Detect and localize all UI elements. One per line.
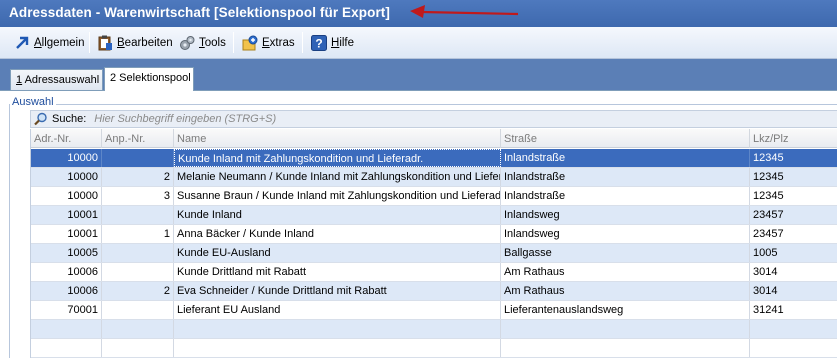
menu-extras[interactable]: Extras xyxy=(242,27,295,58)
table-row[interactable]: 10000 Kunde Inland mit Zahlungskondition… xyxy=(31,149,837,168)
search-icon[interactable] xyxy=(34,112,48,126)
column-header-anp-nr[interactable]: Anp.-Nr. xyxy=(102,129,174,148)
table-row[interactable]: 70001 Lieferant EU Ausland Lieferantenau… xyxy=(31,301,837,320)
table-row[interactable]: 10006 Kunde Drittland mit Rabatt Am Rath… xyxy=(31,263,837,282)
table-row[interactable]: 10005 Kunde EU-Ausland Ballgasse 1005 xyxy=(31,244,837,263)
toolbar-separator xyxy=(89,32,90,53)
menu-bearbeiten[interactable]: Bearbeiten xyxy=(97,27,173,58)
menu-tools[interactable]: Tools xyxy=(179,27,226,58)
tab-adressauswahl[interactable]: 1 Adressauswahl xyxy=(10,69,103,90)
address-table: Adr.-Nr. Anp.-Nr. Name Straße Lkz/Plz 10… xyxy=(30,129,837,358)
search-bar: Suche: xyxy=(30,110,837,128)
extras-icon xyxy=(242,35,258,51)
table-header: Adr.-Nr. Anp.-Nr. Name Straße Lkz/Plz xyxy=(31,129,837,148)
table-row[interactable]: 10001 1 Anna Bäcker / Kunde Inland Inlan… xyxy=(31,225,837,244)
table-row[interactable]: 10000 3 Susanne Braun / Kunde Inland mit… xyxy=(31,187,837,206)
svg-text:?: ? xyxy=(315,36,322,50)
table-row[interactable]: 10006 2 Eva Schneider / Kunde Drittland … xyxy=(31,282,837,301)
tab-strip: 1 Adressauswahl 2 Selektionspool xyxy=(0,59,837,91)
window-title: Adressdaten - Warenwirtschaft [Selektion… xyxy=(9,5,391,20)
toolbar: Allgemein Bearbeiten Tools Extras ? Hilf… xyxy=(0,27,837,59)
column-header-strasse[interactable]: Straße xyxy=(501,129,750,148)
column-header-adr-nr[interactable]: Adr.-Nr. xyxy=(31,129,102,148)
toolbar-separator xyxy=(233,32,234,53)
menu-allgemein[interactable]: Allgemein xyxy=(14,27,85,58)
arrow-up-right-icon xyxy=(14,35,30,51)
group-label: Auswahl xyxy=(10,96,56,108)
column-header-lkz-plz[interactable]: Lkz/Plz xyxy=(750,129,837,148)
table-row-empty xyxy=(31,339,837,358)
menu-hilfe[interactable]: ? Hilfe xyxy=(311,27,354,58)
clipboard-icon xyxy=(97,35,113,51)
help-icon: ? xyxy=(311,34,327,51)
title-bar: Adressdaten - Warenwirtschaft [Selektion… xyxy=(0,0,837,27)
tab-selektionspool[interactable]: 2 Selektionspool xyxy=(104,67,194,91)
table-row-empty xyxy=(31,320,837,339)
search-input[interactable] xyxy=(94,113,495,125)
toolbar-separator xyxy=(302,32,303,53)
table-row[interactable]: 10000 2 Melanie Neumann / Kunde Inland m… xyxy=(31,168,837,187)
table-row[interactable]: 10001 Kunde Inland Inlandsweg 23457 xyxy=(31,206,837,225)
search-label: Suche: xyxy=(52,113,87,125)
column-header-name[interactable]: Name xyxy=(174,129,501,148)
gears-icon xyxy=(179,35,195,51)
annotation-arrow-icon xyxy=(410,5,519,18)
